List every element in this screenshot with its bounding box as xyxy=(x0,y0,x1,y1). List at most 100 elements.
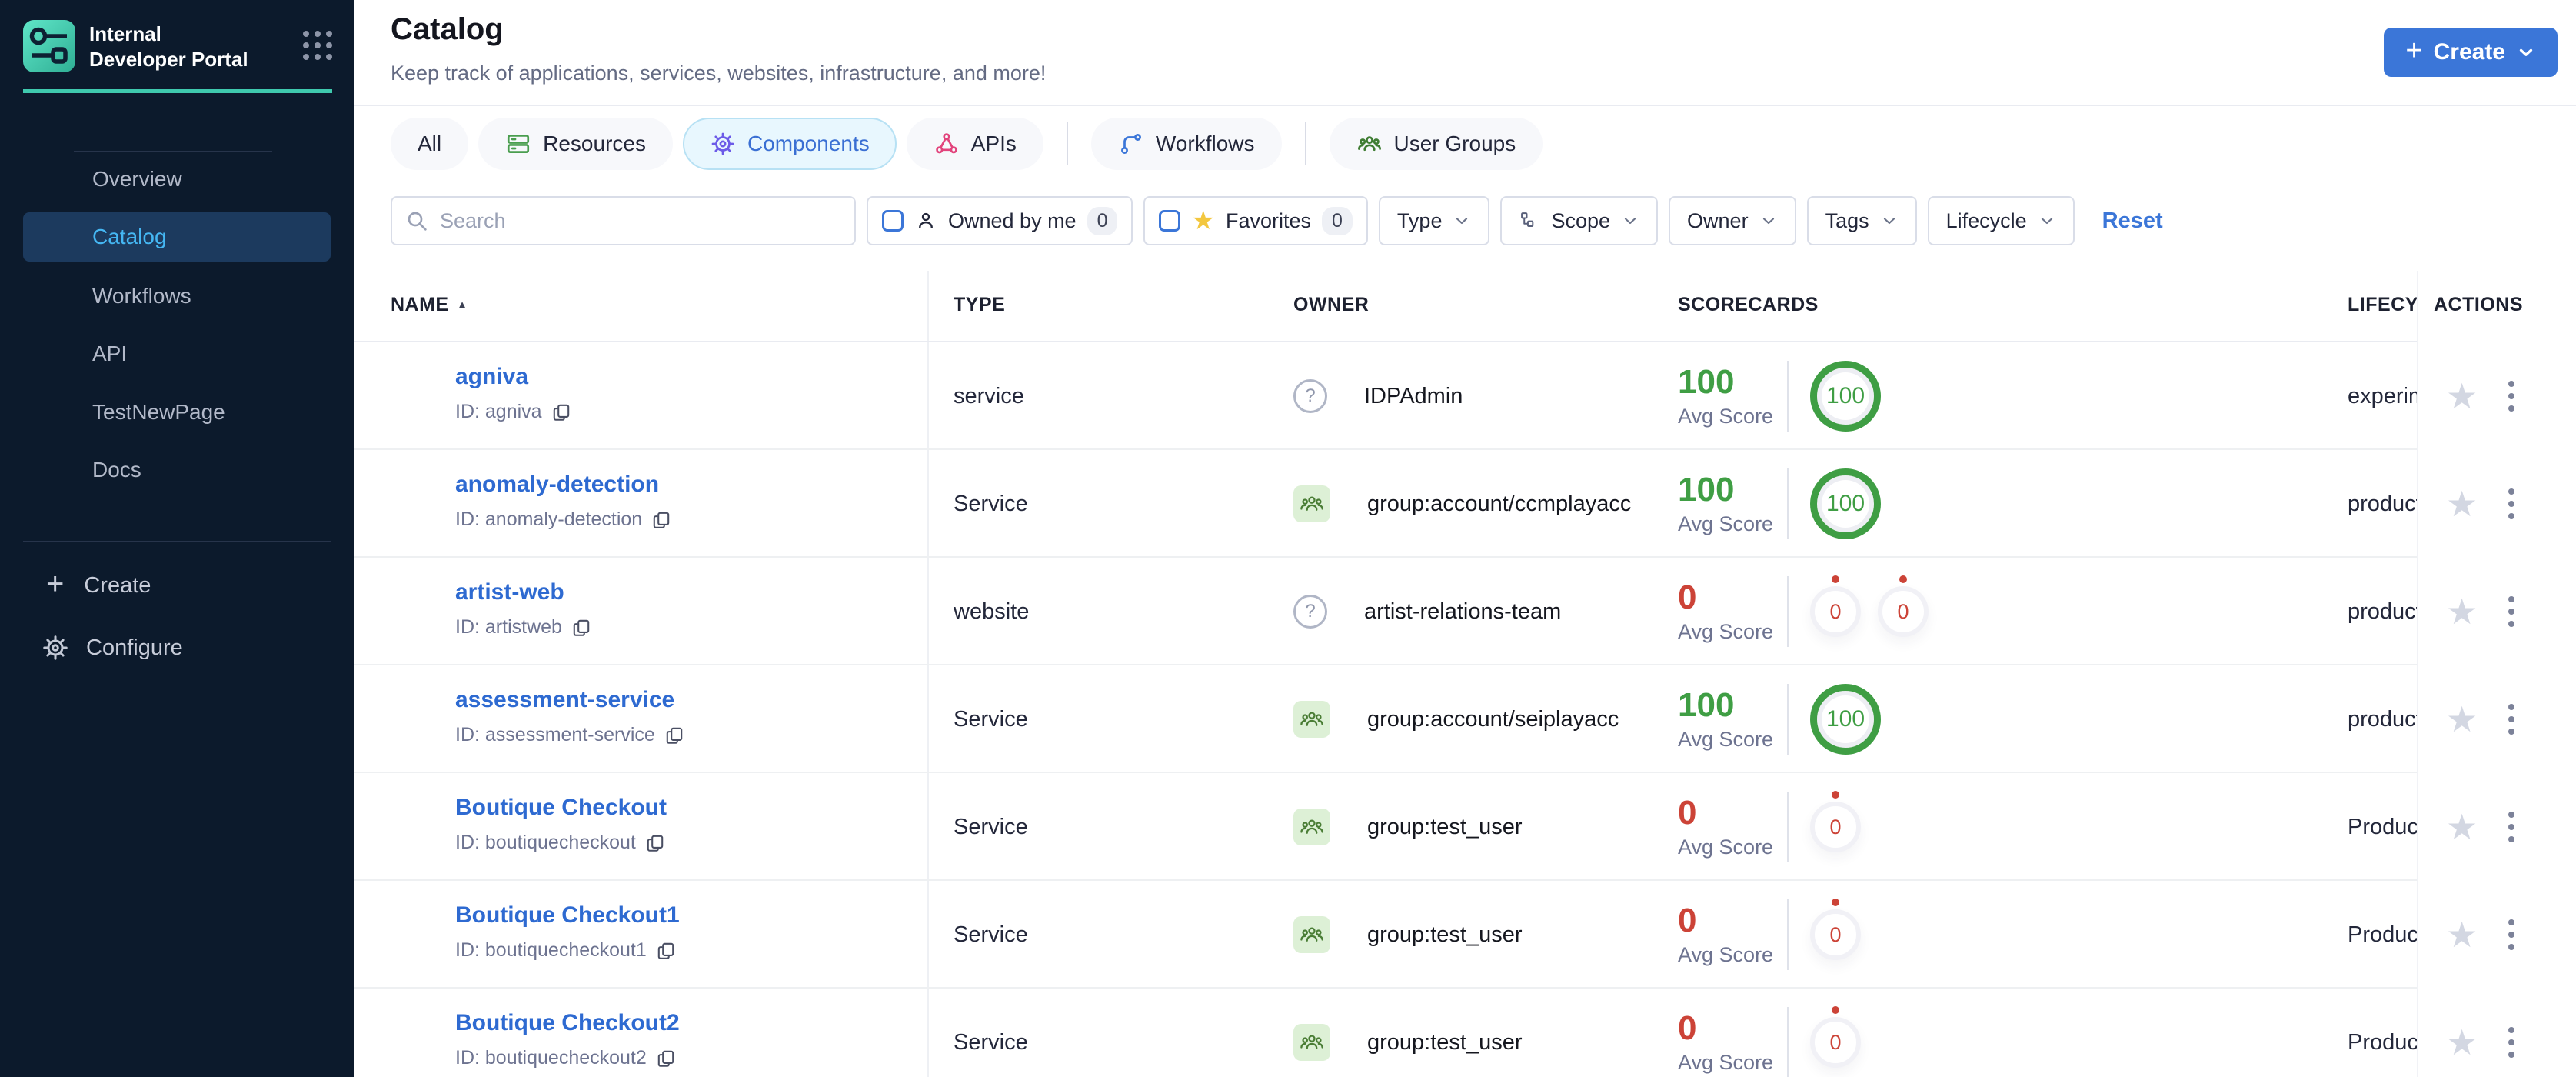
sidebar-create-label: Create xyxy=(84,572,151,598)
favorite-star-icon[interactable]: ★ xyxy=(2446,809,2478,845)
entity-id: ID: assessment-service xyxy=(455,724,684,746)
more-vertical-icon[interactable] xyxy=(2504,1022,2519,1062)
tab-resources[interactable]: Resources xyxy=(478,118,673,170)
sidebar-item-workflows[interactable]: Workflows xyxy=(23,272,331,321)
favorite-star-icon[interactable]: ★ xyxy=(2446,486,2478,522)
favorites-filter[interactable]: ★ Favorites 0 xyxy=(1143,196,1368,245)
owned-by-me-count: 0 xyxy=(1087,206,1118,235)
scorecard-ring[interactable]: 0 xyxy=(1810,1017,1861,1068)
column-header-owner[interactable]: OWNER xyxy=(1293,294,1369,316)
sort-asc-icon: ▲ xyxy=(456,298,468,312)
copy-icon[interactable] xyxy=(656,1049,676,1069)
scorecard-ring[interactable]: 0 xyxy=(1810,586,1861,637)
scorecard-ring[interactable]: 100 xyxy=(1810,361,1881,432)
component-gear-icon: undefined xyxy=(397,917,432,952)
sidebar-item-testnewpage[interactable]: TestNewPage xyxy=(23,388,331,437)
dropdown-label: Owner xyxy=(1687,208,1749,232)
owned-by-me-checkbox[interactable] xyxy=(882,210,904,232)
avg-score-label: Avg Score xyxy=(1678,619,1774,643)
sidebar: Internal Developer Portal Overview Catalo… xyxy=(0,0,354,1077)
entity-name-link[interactable]: Boutique Checkout1 xyxy=(455,902,680,929)
owned-by-me-label: Owned by me xyxy=(948,208,1077,232)
entity-type: website xyxy=(954,599,1030,624)
table-row: undefined Boutique Checkout ID: boutiquech… xyxy=(354,773,2576,881)
entity-name-link[interactable]: Boutique Checkout xyxy=(455,795,667,821)
tab-label: Resources xyxy=(543,132,646,155)
avg-score-label: Avg Score xyxy=(1678,727,1774,751)
apps-grid-icon[interactable] xyxy=(303,31,332,60)
sidebar-item-api[interactable]: API xyxy=(23,329,331,378)
scorecard-ring[interactable]: 100 xyxy=(1810,468,1881,539)
entity-name-link[interactable]: anomaly-detection xyxy=(455,472,671,498)
search-input[interactable] xyxy=(440,208,840,233)
favorite-star-icon[interactable]: ★ xyxy=(2446,594,2478,629)
row-actions: ★ xyxy=(2418,773,2576,881)
row-actions: ★ xyxy=(2418,881,2576,989)
sidebar-create[interactable]: + Create xyxy=(23,567,331,604)
more-vertical-icon[interactable] xyxy=(2504,915,2519,955)
more-vertical-icon[interactable] xyxy=(2504,807,2519,847)
reset-filters-link[interactable]: Reset xyxy=(2102,208,2163,234)
user-groups-icon xyxy=(1356,131,1383,157)
table-row: undefined assessment-service ID: assessmen… xyxy=(354,665,2576,773)
filter-dropdown-scope[interactable]: Scope xyxy=(1500,196,1659,245)
entity-name-link[interactable]: Boutique Checkout2 xyxy=(455,1010,680,1036)
scorecard-ring[interactable]: 0 xyxy=(1810,909,1861,960)
copy-icon[interactable] xyxy=(651,510,671,530)
more-vertical-icon[interactable] xyxy=(2504,592,2519,632)
star-icon: ★ xyxy=(1191,206,1215,235)
copy-icon[interactable] xyxy=(571,618,591,638)
filter-dropdown-tags[interactable]: Tags xyxy=(1806,196,1917,245)
sidebar-item-catalog[interactable]: Catalog xyxy=(23,212,331,262)
scorecard-ring[interactable]: 100 xyxy=(1810,684,1881,755)
sidebar-item-docs[interactable]: Docs xyxy=(23,445,331,495)
nav-divider xyxy=(74,151,272,152)
entity-name-link[interactable]: artist-web xyxy=(455,579,591,605)
more-vertical-icon[interactable] xyxy=(2504,484,2519,524)
search-box[interactable] xyxy=(391,196,856,245)
tab-workflows[interactable]: Workflows xyxy=(1090,118,1282,170)
brand: Internal Developer Portal xyxy=(23,20,332,72)
owned-by-me-filter[interactable]: Owned by me 0 xyxy=(867,196,1133,245)
favorite-star-icon[interactable]: ★ xyxy=(2446,917,2478,952)
favorite-star-icon[interactable]: ★ xyxy=(2446,702,2478,737)
scorecard-ring[interactable]: 0 xyxy=(1810,802,1861,852)
filter-dropdown-owner[interactable]: Owner xyxy=(1669,196,1796,245)
create-button[interactable]: + Create xyxy=(2384,28,2558,77)
favorites-checkbox[interactable] xyxy=(1159,210,1181,232)
sidebar-configure[interactable]: Configure xyxy=(23,629,331,666)
column-header-type[interactable]: TYPE xyxy=(954,294,1005,316)
favorites-label: Favorites xyxy=(1225,208,1312,232)
copy-icon[interactable] xyxy=(664,725,684,745)
header-divider xyxy=(354,105,2576,106)
favorite-star-icon[interactable]: ★ xyxy=(2446,378,2478,414)
column-header-scorecards[interactable]: SCORECARDS xyxy=(1678,294,1819,316)
avg-score-value: 0 xyxy=(1678,901,1697,939)
entity-id: ID: agniva xyxy=(455,401,571,423)
tab-components[interactable]: Components xyxy=(682,118,897,170)
copy-icon[interactable] xyxy=(656,941,676,961)
copy-icon[interactable] xyxy=(645,833,665,853)
owner-name: group:test_user xyxy=(1367,814,1523,839)
filter-dropdown-lifecycle[interactable]: Lifecycle xyxy=(1927,196,2075,245)
entity-name-link[interactable]: assessment-service xyxy=(455,687,684,713)
more-vertical-icon[interactable] xyxy=(2504,376,2519,416)
tab-label: Workflows xyxy=(1155,132,1255,155)
score-divider xyxy=(1787,576,1789,647)
filter-dropdown-type[interactable]: Type xyxy=(1378,196,1490,245)
more-vertical-icon[interactable] xyxy=(2504,699,2519,739)
favorite-star-icon[interactable]: ★ xyxy=(2446,1025,2478,1060)
sidebar-item-overview[interactable]: Overview xyxy=(23,155,331,204)
idp-logo-icon xyxy=(23,20,75,72)
copy-icon[interactable] xyxy=(551,402,571,422)
brand-underline xyxy=(23,89,332,93)
column-header-lifecycle[interactable]: LIFECYCLE xyxy=(2348,294,2418,316)
owner-name: group:test_user xyxy=(1367,922,1523,947)
resources-icon xyxy=(505,131,531,157)
column-header-name[interactable]: NAME ▲ xyxy=(391,294,468,316)
tab-user-groups[interactable]: User Groups xyxy=(1329,118,1543,170)
scorecard-ring[interactable]: 0 xyxy=(1878,586,1929,637)
tab-all[interactable]: All xyxy=(391,118,469,170)
entity-name-link[interactable]: agniva xyxy=(455,364,571,390)
tab-apis[interactable]: APIs xyxy=(906,118,1043,170)
